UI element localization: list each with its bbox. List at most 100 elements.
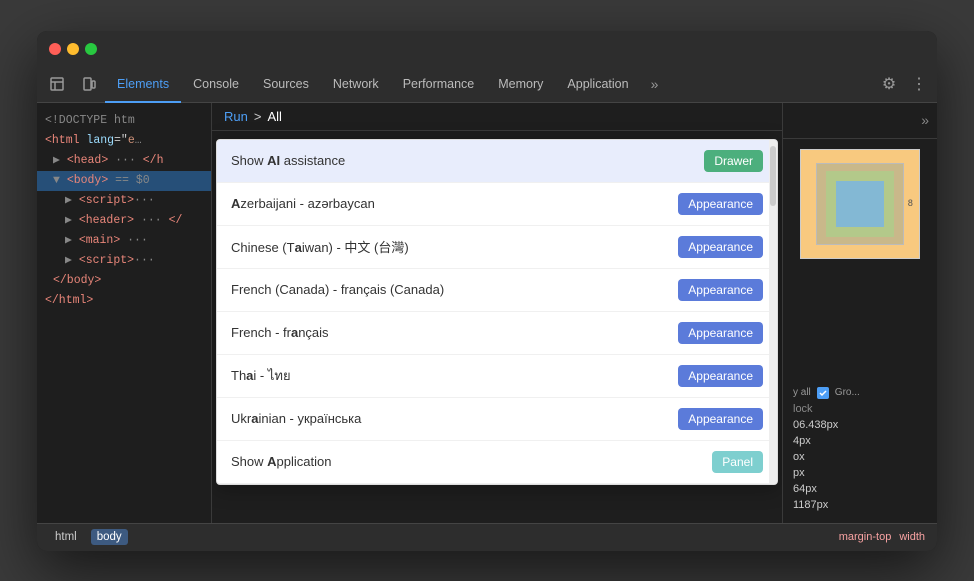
more-tabs-button[interactable]: » bbox=[641, 67, 669, 102]
dropdown-item-azerbaijani[interactable]: Azerbaijani - azərbaycan Appearance bbox=[217, 183, 777, 226]
dropdown-item-text: Azerbaijani - azərbaycan bbox=[231, 196, 678, 211]
box-model: 8 bbox=[800, 149, 920, 259]
css-prop-margin-top: margin-top bbox=[839, 531, 892, 543]
css-val-4px: 4px bbox=[793, 435, 811, 447]
collapse-icon[interactable]: » bbox=[921, 112, 929, 128]
prop-row-ox: ox bbox=[793, 451, 927, 463]
dom-line-html-close: </html> bbox=[37, 291, 211, 311]
tabs-bar: Elements Console Sources Network Perform… bbox=[37, 67, 937, 103]
dom-line-main[interactable]: ▶ <main> ··· bbox=[37, 231, 211, 251]
main-area: <!DOCTYPE htm <html lang="e… ▶ <head> ··… bbox=[37, 103, 937, 523]
dropdown-item-thai[interactable]: Thai - ไทย Appearance bbox=[217, 355, 777, 398]
tab-sources[interactable]: Sources bbox=[251, 67, 321, 103]
appearance-button-chinese-taiwan[interactable]: Appearance bbox=[678, 236, 763, 258]
devtools-window: Elements Console Sources Network Perform… bbox=[37, 31, 937, 551]
dropdown-item-text: Ukrainian - українська bbox=[231, 411, 678, 426]
tab-elements[interactable]: Elements bbox=[105, 67, 181, 103]
bold-match: a bbox=[251, 411, 258, 426]
css-prop-width: width bbox=[899, 531, 925, 543]
css-val-64px: 64px bbox=[793, 483, 817, 495]
breadcrumb-body[interactable]: body bbox=[91, 529, 128, 545]
right-panel-top: » bbox=[783, 103, 937, 139]
appearance-button-thai[interactable]: Appearance bbox=[678, 365, 763, 387]
prop-row-64px: 64px bbox=[793, 483, 927, 495]
dropdown-overlay: Show AI assistance Drawer Azerbaijani - … bbox=[216, 139, 778, 485]
center-panel: Run > Show AI assistance Drawer Azerbaij… bbox=[212, 103, 782, 523]
tab-performance[interactable]: Performance bbox=[391, 67, 487, 103]
inspect-icon[interactable] bbox=[41, 67, 73, 102]
fullscreen-button[interactable] bbox=[85, 43, 97, 55]
dom-line-body[interactable]: ▼ <body> == $0 bbox=[37, 171, 211, 191]
css-val-width: 06.438px bbox=[793, 419, 838, 431]
dropdown-item-ukrainian[interactable]: Ukrainian - українська Appearance bbox=[217, 398, 777, 441]
prop-row-4px: 4px bbox=[793, 435, 927, 447]
dropdown-item-text: French (Canada) - français (Canada) bbox=[231, 282, 678, 297]
bold-match: A bbox=[231, 196, 240, 211]
tab-memory[interactable]: Memory bbox=[486, 67, 555, 103]
prop-label: y all bbox=[793, 387, 811, 398]
dropdown-item-text: French - français bbox=[231, 325, 678, 340]
box-model-area: 8 bbox=[783, 139, 937, 379]
css-val-px: px bbox=[793, 467, 805, 479]
dropdown-item-text: Show AI assistance bbox=[231, 153, 704, 168]
dropdown-item-text: Show Application bbox=[231, 454, 712, 469]
prop-row-1187px: 1187px bbox=[793, 499, 927, 511]
dom-panel: <!DOCTYPE htm <html lang="e… ▶ <head> ··… bbox=[37, 103, 212, 523]
bold-match: a bbox=[246, 368, 253, 383]
dom-line-head[interactable]: ▶ <head> ··· </h bbox=[37, 151, 211, 171]
appearance-button-ukrainian[interactable]: Appearance bbox=[678, 408, 763, 430]
right-panel-bottom: y all Gro... lock 06.438px 4px ox bbox=[783, 379, 937, 523]
prop-row-width: 06.438px bbox=[793, 419, 927, 431]
dom-line-doctype: <!DOCTYPE htm bbox=[37, 111, 211, 131]
css-val-1187px: 1187px bbox=[793, 499, 828, 511]
tab-console[interactable]: Console bbox=[181, 67, 251, 103]
prop-row-px: px bbox=[793, 467, 927, 479]
arrow-symbol: > bbox=[254, 109, 262, 124]
tab-network[interactable]: Network bbox=[321, 67, 391, 103]
scrollbar-track bbox=[769, 140, 777, 484]
css-val-ox: ox bbox=[793, 451, 805, 463]
dom-line-header[interactable]: ▶ <header> ··· </ bbox=[37, 211, 211, 231]
dropdown-item-text: Thai - ไทย bbox=[231, 365, 678, 386]
dropdown-item-show-application[interactable]: Show Application Panel bbox=[217, 441, 777, 484]
dropdown-item-ai-assistance[interactable]: Show AI assistance Drawer bbox=[217, 140, 777, 183]
right-panel: » 8 y all bbox=[782, 103, 937, 523]
bold-match: a bbox=[295, 240, 302, 255]
dom-line-script2[interactable]: ▶ <script>··· bbox=[37, 251, 211, 271]
appearance-button-french-canada[interactable]: Appearance bbox=[678, 279, 763, 301]
drawer-button[interactable]: Drawer bbox=[704, 150, 763, 172]
box-number: 8 bbox=[908, 199, 913, 209]
run-label: Run bbox=[224, 109, 248, 124]
dom-line-body-close: </body> bbox=[37, 271, 211, 291]
bold-match: A bbox=[267, 454, 276, 469]
bold-match: AI bbox=[267, 153, 280, 168]
tab-application[interactable]: Application bbox=[555, 67, 640, 103]
bold-match: a bbox=[291, 325, 298, 340]
tab-spacer bbox=[669, 67, 873, 102]
close-button[interactable] bbox=[49, 43, 61, 55]
dropdown-item-french[interactable]: French - français Appearance bbox=[217, 312, 777, 355]
css-prop-lock: lock bbox=[793, 403, 813, 415]
title-bar bbox=[37, 31, 937, 67]
prop-label2: Gro... bbox=[835, 387, 860, 398]
appearance-button-french[interactable]: Appearance bbox=[678, 322, 763, 344]
appearance-button-azerbaijani[interactable]: Appearance bbox=[678, 193, 763, 215]
scrollbar-thumb[interactable] bbox=[770, 146, 776, 206]
command-bar: Run > bbox=[212, 103, 782, 131]
minimize-button[interactable] bbox=[67, 43, 79, 55]
command-input[interactable] bbox=[267, 109, 770, 124]
prop-row-lock: lock bbox=[793, 403, 927, 415]
content-box bbox=[836, 181, 884, 227]
prop-row-overlay: y all Gro... bbox=[793, 387, 927, 399]
dropdown-item-chinese-taiwan[interactable]: Chinese (Taiwan) - 中文 (台灣) Appearance bbox=[217, 226, 777, 269]
panel-button[interactable]: Panel bbox=[712, 451, 763, 473]
breadcrumb-html[interactable]: html bbox=[49, 529, 83, 545]
device-icon[interactable] bbox=[73, 67, 105, 102]
status-bar: html body margin-top width bbox=[37, 523, 937, 551]
dropdown-item-text: Chinese (Taiwan) - 中文 (台灣) bbox=[231, 237, 678, 256]
more-options-icon[interactable]: ⋮ bbox=[905, 67, 933, 102]
dropdown-item-french-canada[interactable]: French (Canada) - français (Canada) Appe… bbox=[217, 269, 777, 312]
checkbox-overlay[interactable] bbox=[817, 387, 829, 399]
dom-line-script1[interactable]: ▶ <script>··· bbox=[37, 191, 211, 211]
settings-icon[interactable]: ⚙ bbox=[873, 67, 905, 102]
